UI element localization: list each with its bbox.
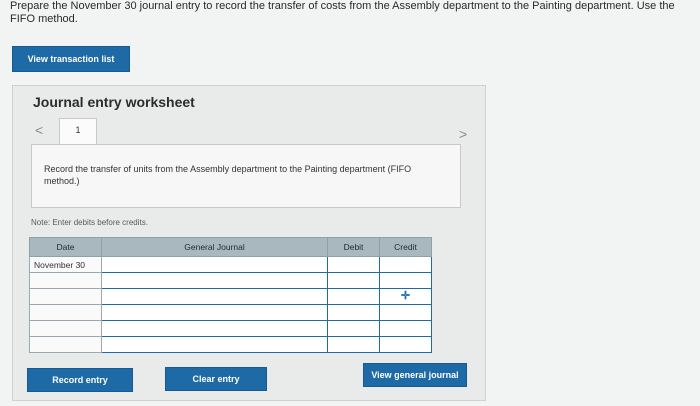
account-input[interactable]: [101, 272, 328, 289]
table-row: [29, 320, 432, 337]
clear-entry-button[interactable]: Clear entry: [165, 367, 267, 391]
date-cell: [29, 320, 102, 337]
record-entry-button[interactable]: Record entry: [27, 368, 133, 392]
credit-input[interactable]: [379, 320, 432, 337]
debit-input[interactable]: [327, 272, 380, 289]
table-row: [29, 272, 432, 289]
account-input[interactable]: [101, 304, 328, 321]
credit-input[interactable]: [379, 272, 432, 289]
date-cell: [29, 336, 102, 353]
credit-input[interactable]: [379, 336, 432, 353]
description-box: Record the transfer of units from the As…: [31, 144, 461, 208]
view-general-journal-button[interactable]: View general journal: [363, 363, 467, 387]
account-input[interactable]: [101, 288, 328, 305]
date-cell: [29, 304, 102, 321]
chevron-left-icon[interactable]: <: [35, 122, 43, 138]
journal-table: Date General Journal Debit Credit Novemb…: [29, 237, 432, 353]
credit-input[interactable]: [379, 256, 432, 273]
worksheet-title: Journal entry worksheet: [33, 94, 195, 110]
credit-input[interactable]: [379, 304, 432, 321]
table-row: ✛: [29, 288, 432, 305]
column-header-credit: Credit: [379, 237, 432, 257]
instructions: Prepare the November 30 journal entry to…: [10, 0, 675, 25]
account-input[interactable]: [101, 320, 328, 337]
date-cell: [29, 272, 102, 289]
debit-input[interactable]: [327, 336, 380, 353]
table-row: [29, 304, 432, 321]
date-cell: [29, 288, 102, 305]
debit-input[interactable]: [327, 320, 380, 337]
tab-1[interactable]: 1: [59, 118, 97, 144]
account-input[interactable]: [101, 336, 328, 353]
column-header-date: Date: [29, 237, 102, 257]
table-row: November 30: [29, 256, 432, 273]
journal-entry-worksheet: Journal entry worksheet < 1 > Record the…: [12, 85, 486, 401]
date-cell: November 30: [29, 256, 102, 273]
column-header-debit: Debit: [327, 237, 380, 257]
note-text: Note: Enter debits before credits.: [31, 218, 148, 227]
account-input[interactable]: [101, 256, 328, 273]
chevron-right-icon[interactable]: >: [459, 126, 467, 142]
column-header-general-journal: General Journal: [101, 237, 328, 257]
debit-input[interactable]: [327, 304, 380, 321]
debit-input[interactable]: [327, 288, 380, 305]
credit-input[interactable]: ✛: [379, 288, 432, 305]
table-row: [29, 336, 432, 353]
cursor-plus-icon: ✛: [400, 290, 411, 302]
view-transaction-list-button[interactable]: View transaction list: [12, 46, 130, 72]
debit-input[interactable]: [327, 256, 380, 273]
description-text: Record the transfer of units from the As…: [44, 164, 412, 186]
